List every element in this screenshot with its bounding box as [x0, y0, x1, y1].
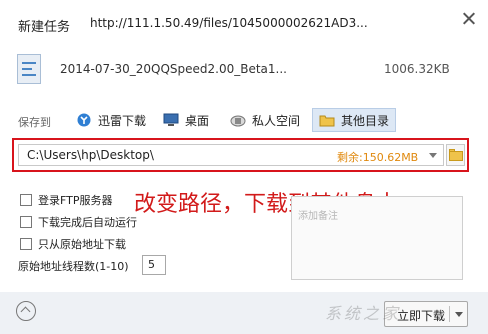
checkbox-label: 只从原始地址下载 — [38, 238, 126, 251]
save-option-label: 私人空间 — [252, 113, 301, 128]
save-option-label: 桌面 — [185, 113, 210, 128]
save-option-label: 迅雷下载 — [98, 113, 147, 128]
chevron-down-icon[interactable] — [429, 153, 437, 158]
auto-run-checkbox[interactable]: 下载完成后自动运行 — [20, 214, 137, 230]
save-path-input[interactable]: C:\Users\hp\Desktop\ 剩余:150.62MB — [18, 144, 444, 166]
save-option-thunder[interactable]: 迅雷下载 — [70, 108, 152, 132]
notes-textarea[interactable]: 添加备注 — [291, 196, 463, 280]
remaining-space: 剩余:150.62MB — [337, 151, 419, 164]
notes-placeholder: 添加备注 — [298, 211, 338, 222]
expand-options-icon[interactable] — [16, 301, 36, 321]
file-name: 2014-07-30_20QQSpeed2.00_Beta1... — [60, 62, 287, 76]
origin-only-checkbox[interactable]: 只从原始地址下载 — [20, 236, 126, 252]
download-url: http://111.1.50.49/files/1045000002621AD… — [90, 16, 368, 30]
browse-folder-button[interactable] — [446, 144, 465, 166]
save-to-label: 保存到 — [18, 116, 51, 129]
file-icon — [17, 54, 41, 84]
save-option-desktop[interactable]: 桌面 — [157, 108, 215, 132]
path-highlight-frame: C:\Users\hp\Desktop\ 剩余:150.62MB — [12, 138, 469, 172]
save-option-label: 其他目录 — [341, 113, 390, 128]
chevron-down-icon[interactable] — [455, 312, 463, 317]
other-folder-icon — [319, 113, 335, 127]
login-ftp-checkbox[interactable]: 登录FTP服务器 — [20, 192, 113, 208]
download-now-label: 立即下载 — [397, 309, 446, 323]
save-option-private[interactable]: 私人空间 — [224, 108, 306, 132]
thunder-download-icon — [76, 113, 92, 127]
checkbox-box[interactable] — [20, 194, 32, 206]
file-size: 1006.32KB — [384, 62, 450, 76]
watermark: 系统之家 — [325, 304, 402, 323]
close-icon[interactable] — [459, 9, 479, 29]
threads-input[interactable]: 5 — [142, 255, 166, 275]
checkbox-label: 登录FTP服务器 — [38, 194, 113, 207]
threads-label: 原始地址线程数(1-10) — [18, 260, 129, 273]
save-path-value: C:\Users\hp\Desktop\ — [27, 148, 154, 162]
checkbox-box[interactable] — [20, 238, 32, 250]
save-option-other[interactable]: 其他目录 — [312, 108, 397, 132]
dialog-title: 新建任务 — [18, 20, 71, 35]
desktop-icon — [163, 113, 179, 127]
checkbox-label: 下载完成后自动运行 — [38, 216, 137, 229]
dialog-footer: 立即下载 — [0, 292, 488, 334]
dialog-titlebar: 新建任务 http://111.1.50.49/files/1045000002… — [0, 0, 488, 44]
checkbox-box[interactable] — [20, 216, 32, 228]
private-space-icon — [230, 113, 246, 127]
